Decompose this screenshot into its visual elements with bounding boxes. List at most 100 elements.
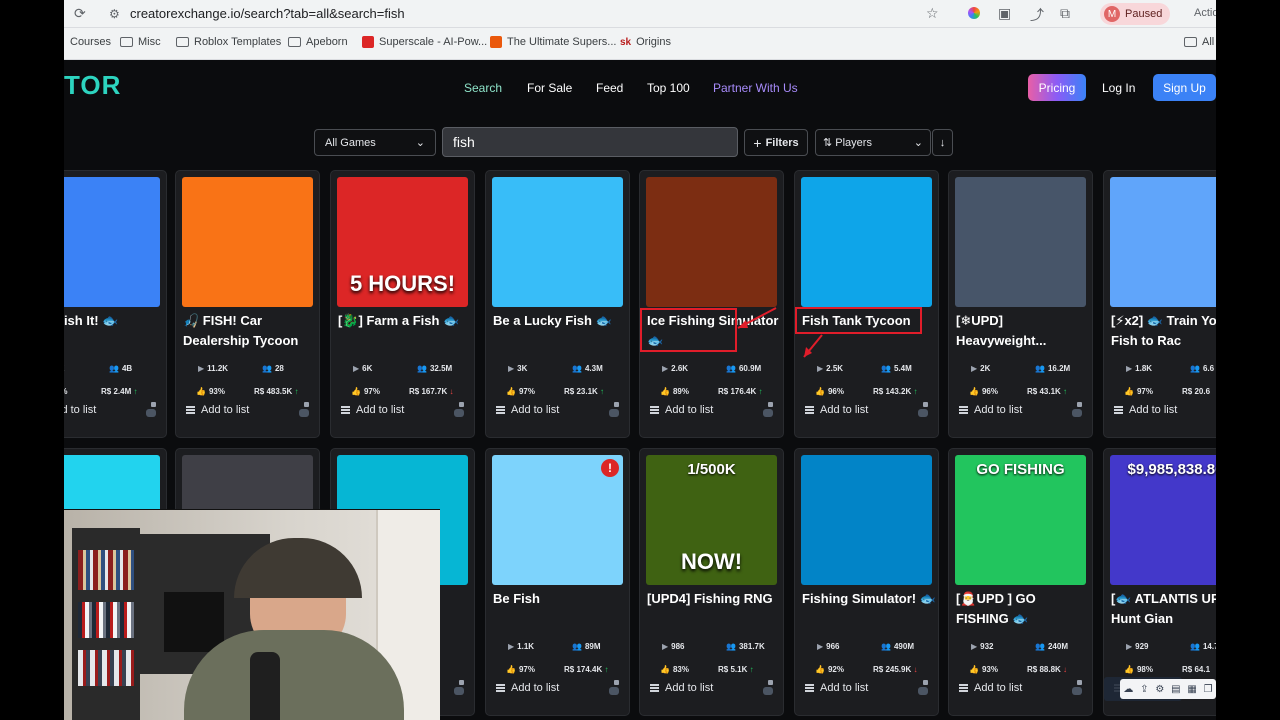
game-card[interactable]: ! Be Fish ▶ 1.1K 👥 89M 👍 97% R$ 174.4K ↑ Add to l… (485, 448, 630, 716)
game-thumbnail[interactable]: $9,985,838.86 (1110, 455, 1216, 585)
add-to-list-button[interactable]: Add to list (64, 404, 133, 416)
bookmark-all[interactable]: All (1184, 36, 1214, 48)
add-to-list-button[interactable]: Add to list (341, 404, 441, 416)
gamepad-icon[interactable] (609, 409, 619, 417)
game-title[interactable]: 🎣 FISH! Car Dealership Tycoon (183, 311, 317, 351)
add-to-list-button[interactable]: Add to list (959, 682, 1059, 694)
camera-icon[interactable]: ▣ (998, 5, 1011, 22)
bookmark-star-icon[interactable]: ☆ (926, 5, 939, 22)
gamepad-icon[interactable] (1072, 409, 1082, 417)
game-thumbnail[interactable]: GO FISHING (955, 455, 1086, 585)
profile-paused-chip[interactable]: M Paused (1100, 3, 1171, 25)
cloud-icon[interactable]: ☁ (1123, 684, 1133, 695)
nav-for-sale[interactable]: For Sale (527, 81, 572, 95)
add-to-list-button[interactable]: Add to list (805, 682, 905, 694)
filters-button[interactable]: + Filters (744, 129, 808, 156)
game-card[interactable]: PD] Fish It! 🐟▶2K👥4B👍3%R$ 2.4M ↑Add to l… (64, 170, 167, 438)
gamepad-icon[interactable] (609, 687, 619, 695)
game-title[interactable]: [❄UPD] Heavyweight... (956, 311, 1090, 351)
bookmark-roblox-templates[interactable]: Roblox Templates (176, 36, 281, 48)
gear-icon[interactable]: ⚙ (1155, 684, 1164, 695)
copy-icon[interactable]: ❐ (1204, 684, 1213, 695)
add-to-list-button[interactable]: Add to list (186, 404, 286, 416)
game-title[interactable]: Be a Lucky Fish 🐟 (493, 311, 627, 351)
game-card[interactable]: [⚡x2] 🐟 Train Your Fish to Rac ▶1.8K 👥6.6 👍… (1103, 170, 1216, 438)
game-thumbnail[interactable] (801, 455, 932, 585)
sort-select[interactable]: ⇅ Players ⌄ (815, 129, 931, 156)
game-thumbnail[interactable] (955, 177, 1086, 307)
pricing-button[interactable]: Pricing (1028, 74, 1086, 101)
bookmark-origins[interactable]: sk Origins (620, 36, 671, 48)
print-icon[interactable]: ▦ (1187, 684, 1196, 695)
add-to-list-button[interactable]: Add to list (496, 404, 596, 416)
gamepad-icon[interactable] (146, 409, 156, 417)
game-title[interactable]: PD] Fish It! 🐟 (64, 311, 164, 351)
sort-direction-button[interactable]: ↓ (932, 129, 953, 156)
nav-top-100[interactable]: Top 100 (647, 81, 690, 95)
gamepad-icon[interactable] (763, 409, 773, 417)
extensions-icon[interactable]: ⧉ (1060, 5, 1070, 22)
game-title[interactable]: [🐉] Farm a Fish 🐟 (338, 311, 472, 351)
add-to-list-button[interactable]: Add to list (650, 404, 750, 416)
site-settings-icon[interactable]: ⚙ (109, 7, 120, 21)
bookmark-ultimate[interactable]: The Ultimate Supers... (490, 36, 616, 48)
search-input[interactable] (442, 127, 738, 157)
game-title[interactable]: Fishing Simulator! 🐟 (802, 589, 936, 629)
gamepad-icon[interactable] (918, 687, 928, 695)
add-to-list-button[interactable]: Add to list (959, 404, 1059, 416)
gamepad-icon[interactable] (454, 687, 464, 695)
game-thumbnail[interactable] (64, 177, 160, 307)
action-text[interactable]: Action r (1194, 7, 1216, 19)
game-card[interactable]: GO FISHING [🎅UPD ] GO FISHING 🐟 ▶ 932 👥 240M 👍… (948, 448, 1093, 716)
game-card[interactable]: 🎣 FISH! Car Dealership Tycoon ▶ 11.2K 👥 28 👍 9… (175, 170, 320, 438)
game-title[interactable]: [⚡x2] 🐟 Train Your Fish to Rac (1111, 311, 1216, 351)
game-card[interactable]: 1/500K NOW! [UPD4] Fishing RNG ▶ 986 👥 381.7K 👍… (639, 448, 784, 716)
gamepad-icon[interactable] (1072, 687, 1082, 695)
nav-feed[interactable]: Feed (596, 81, 623, 95)
nav-partner[interactable]: Partner With Us (713, 81, 798, 95)
bookmark-courses[interactable]: Courses (70, 36, 111, 48)
color-extension-icon[interactable] (968, 7, 980, 19)
game-thumbnail[interactable] (182, 177, 313, 307)
game-thumbnail[interactable]: 5 HOURS! (337, 177, 468, 307)
gamepad-icon[interactable] (299, 409, 309, 417)
game-card[interactable]: [❄UPD] Heavyweight... ▶ 2K 👥 16.2M 👍 96% R$ 43.… (948, 170, 1093, 438)
game-card[interactable]: Be a Lucky Fish 🐟 ▶ 3K 👥 4.3M 👍 97% R$ 23.1K ↑ A… (485, 170, 630, 438)
game-title[interactable]: [🎅UPD ] GO FISHING 🐟 (956, 589, 1090, 629)
game-card[interactable]: 5 HOURS! [🐉] Farm a Fish 🐟 ▶ 6K 👥 32.5M 👍 97% R$… (330, 170, 475, 438)
add-to-list-button[interactable]: Add to list (496, 682, 596, 694)
nav-search[interactable]: Search (464, 81, 502, 95)
url-text[interactable]: creatorexchange.io/search?tab=all&search… (130, 6, 405, 21)
game-thumbnail[interactable] (492, 177, 623, 307)
game-thumbnail[interactable] (1110, 177, 1216, 307)
login-button[interactable]: Log In (1102, 81, 1135, 95)
clipboard-icon[interactable]: ▤ (1171, 684, 1180, 695)
game-thumbnail[interactable] (646, 177, 777, 307)
game-title[interactable]: [🐟 ATLANTIS UPD!] Hunt Gian (1111, 589, 1216, 629)
game-card[interactable]: Ice Fishing Simulator 🐟 ▶ 2.6K 👥 60.9M 👍 89% R$… (639, 170, 784, 438)
gamepad-icon[interactable] (454, 409, 464, 417)
gamepad-icon[interactable] (763, 687, 773, 695)
game-card[interactable]: Fish Tank Tycoon ▶ 2.5K 👥 5.4M 👍 96% R$ 143.2K … (794, 170, 939, 438)
trend-icon[interactable]: ⤴ (1030, 5, 1044, 25)
add-to-list-button[interactable]: Add to list (1114, 404, 1214, 416)
game-thumbnail[interactable] (801, 177, 932, 307)
share-icon[interactable]: ⇪ (1140, 684, 1148, 695)
game-thumbnail[interactable]: 1/500K NOW! (646, 455, 777, 585)
games-select[interactable]: All Games ⌄ (314, 129, 436, 156)
recording-toolbar[interactable]: ☁ ⇪ ⚙ ▤ ▦ ❐ (1120, 679, 1216, 699)
game-thumbnail[interactable]: ! (492, 455, 623, 585)
signup-button[interactable]: Sign Up (1153, 74, 1216, 101)
add-to-list-button[interactable]: Add to list (805, 404, 905, 416)
bookmark-apeborn[interactable]: Apeborn (288, 36, 348, 48)
game-card[interactable]: Fishing Simulator! 🐟 ▶ 966 👥 490M 👍 92% R$ 245.… (794, 448, 939, 716)
bookmark-misc[interactable]: Misc (120, 36, 161, 48)
add-to-list-button[interactable]: Add to list (650, 682, 750, 694)
reload-icon[interactable]: ⟳ (74, 5, 86, 22)
game-title[interactable]: [UPD4] Fishing RNG (647, 589, 781, 629)
game-title[interactable]: Be Fish (493, 589, 627, 629)
gamepad-icon[interactable] (918, 409, 928, 417)
site-logo[interactable]: TOR (64, 70, 121, 101)
bookmark-superscale[interactable]: Superscale - AI-Pow... (362, 36, 487, 48)
game-card[interactable]: $9,985,838.86 [🐟 ATLANTIS UPD!] Hunt Gian… (1103, 448, 1216, 716)
